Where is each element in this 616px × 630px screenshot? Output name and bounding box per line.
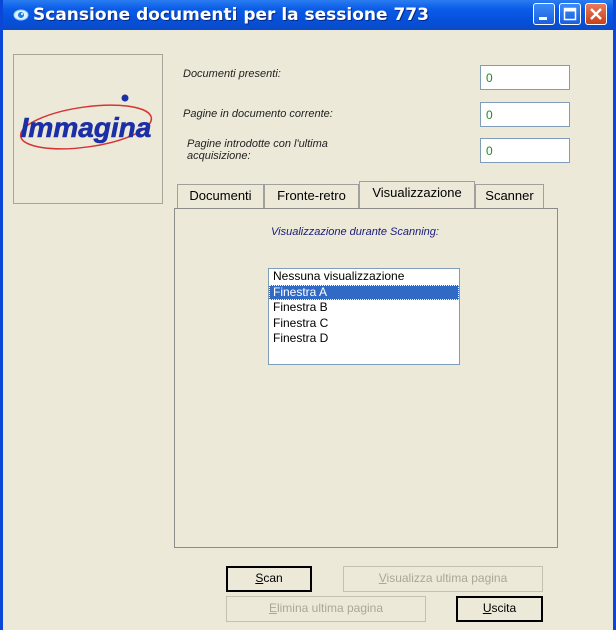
maximize-icon (563, 7, 577, 21)
close-icon (590, 8, 602, 20)
logo-text: Immagina (21, 112, 152, 143)
list-item[interactable]: Finestra C (269, 316, 459, 332)
pages-current-label: Pagine in documento corrente: (183, 108, 333, 120)
list-item-selected[interactable]: Finestra A (269, 284, 459, 300)
tab-visualizzazione[interactable]: Visualizzazione (359, 181, 475, 208)
close-button[interactable] (585, 3, 607, 25)
display-mode-listbox[interactable]: Nessuna visualizzazione Finestra A Fines… (268, 268, 460, 365)
minimize-button[interactable] (533, 3, 555, 25)
window-title: Scansione documenti per la sessione 773 (33, 5, 429, 25)
list-item[interactable]: Finestra B (269, 300, 459, 316)
tab-documenti[interactable]: Documenti (177, 184, 264, 208)
scan-button[interactable]: Scan (226, 566, 312, 592)
maximize-button[interactable] (559, 3, 581, 25)
tab-scanner[interactable]: Scanner (475, 184, 544, 208)
view-last-page-button[interactable]: Visualizza ultima pagina (343, 566, 543, 592)
app-eye-icon (13, 9, 29, 21)
list-item[interactable]: Finestra D (269, 331, 459, 347)
pages-last-acquisition-label: Pagine introdotte con l'ultima acquisizi… (187, 138, 328, 162)
scanning-display-label: Visualizzazione durante Scanning: (271, 226, 439, 238)
visualizzazione-panel (174, 208, 558, 548)
tab-fronte-retro[interactable]: Fronte-retro (264, 184, 359, 208)
immagina-logo: Immagina (19, 94, 153, 150)
exit-button[interactable]: Uscita (456, 596, 543, 622)
pages-current-field[interactable]: 0 (480, 102, 570, 127)
pages-last-acquisition-field[interactable]: 0 (480, 138, 570, 163)
list-item[interactable]: Nessuna visualizzazione (269, 269, 459, 285)
logo-panel: Immagina (13, 54, 163, 204)
delete-last-page-button[interactable]: Elimina ultima pagina (226, 596, 426, 622)
documents-count-label: Documenti presenti: (183, 68, 281, 80)
title-bar[interactable]: Scansione documenti per la sessione 773 (3, 0, 613, 30)
scan-window: Scansione documenti per la sessione 773 … (0, 0, 616, 630)
minimize-icon (539, 17, 547, 20)
documents-count-field[interactable]: 0 (480, 65, 570, 90)
